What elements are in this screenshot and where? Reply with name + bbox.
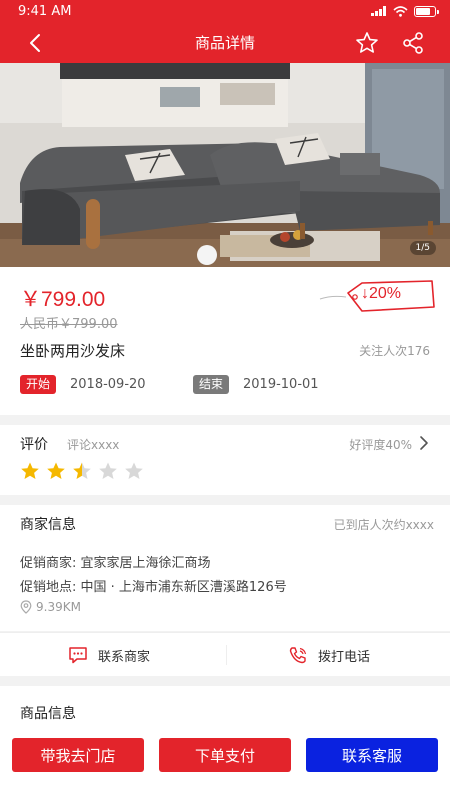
rating-title: 评价 <box>20 437 48 453</box>
go-to-store-button[interactable]: 带我去门店 <box>12 738 144 772</box>
gallery-indicator: 1/5 <box>409 241 436 255</box>
rating-stars <box>20 461 144 481</box>
product-info-title: 商品信息 <box>20 706 76 722</box>
page-title: 商品详情 <box>194 34 255 52</box>
merchant-panel: 商家信息 已到店人次约xxxx 促销商家: 宜家家居上海徐汇商场 促销地点: 中… <box>0 505 450 631</box>
contact-merchant-button[interactable]: 联系商家 <box>68 633 150 677</box>
status-bar: 9:41 AM <box>0 0 450 22</box>
start-badge: 开始 <box>20 375 57 394</box>
phone-icon <box>289 647 307 664</box>
end-badge: 结束 <box>193 375 230 394</box>
end-date: 2019-10-01 <box>243 377 319 392</box>
favorite-button[interactable] <box>354 30 380 56</box>
star-empty-icon <box>99 462 117 479</box>
good-rate: 好评度40% <box>349 438 412 452</box>
product-photo <box>0 63 450 267</box>
call-button[interactable]: 拨打电话 <box>288 633 370 677</box>
contact-divider <box>226 645 227 665</box>
call-label: 拨打电话 <box>318 649 371 665</box>
star-outline-icon <box>356 32 378 53</box>
status-icons <box>371 5 439 17</box>
star-filled-icon <box>47 462 65 479</box>
chat-icon <box>69 647 87 664</box>
start-date: 2018-09-20 <box>70 377 146 392</box>
location-pin-icon <box>20 600 32 614</box>
share-button[interactable] <box>400 30 426 56</box>
back-button[interactable] <box>22 30 48 56</box>
status-time: 9:41 AM <box>18 3 72 19</box>
battery-icon <box>414 5 439 17</box>
price-panel: ￥799.00 人民币￥799.00 ↓20% 坐卧两用沙发床 关注人次176 … <box>0 267 450 415</box>
nav-bar: 商品详情 <box>0 22 450 63</box>
follow-count: 关注人次176 <box>359 344 430 358</box>
contact-merchant-label: 联系商家 <box>98 649 151 665</box>
wifi-icon <box>393 5 408 17</box>
promo-location[interactable]: 促销地点: 中国 · 上海市浦东新区漕溪路126号 <box>20 576 287 595</box>
place-order-button[interactable]: 下单支付 <box>159 738 291 772</box>
promo-merchant: 促销商家: 宜家家居上海徐汇商场 <box>20 556 211 571</box>
current-price: ￥799.00 <box>20 288 106 311</box>
star-empty-icon <box>125 462 143 479</box>
product-name: 坐卧两用沙发床 <box>20 342 126 360</box>
discount-badge: ↓20% <box>361 285 402 302</box>
product-gallery[interactable]: 1/5 <box>0 63 450 267</box>
original-price: 人民币￥799.00 <box>20 317 118 332</box>
star-filled-icon <box>21 462 39 479</box>
distance: 9.39KM <box>20 600 81 614</box>
merchant-visits: 已到店人次约xxxx <box>333 518 434 532</box>
contact-service-button[interactable]: 联系客服 <box>306 738 438 772</box>
rating-comment-count: 评论xxxx <box>67 438 120 452</box>
contact-panel: 联系商家 拨打电话 <box>0 632 450 676</box>
star-half-icon <box>73 462 91 479</box>
distance-value: 9.39KM <box>36 600 81 614</box>
merchant-title: 商家信息 <box>20 517 76 533</box>
chevron-right-icon <box>420 436 428 450</box>
chevron-left-icon <box>30 34 40 52</box>
signal-icon <box>371 6 386 16</box>
share-icon <box>403 32 423 54</box>
rating-panel[interactable]: 评价 评论xxxx 好评度40% <box>0 425 450 495</box>
